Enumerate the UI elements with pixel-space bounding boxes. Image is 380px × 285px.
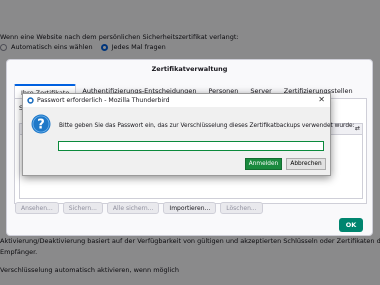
delete-button[interactable]: Löschen...: [220, 202, 263, 214]
password-dialog-title: Passwort erforderlich - Mozilla Thunderb…: [37, 97, 170, 104]
cancel-button[interactable]: Abbrechen: [286, 158, 326, 170]
svg-text:?: ?: [37, 118, 45, 133]
certificate-manager-title: Zertifikatverwaltung: [151, 65, 228, 73]
thunderbird-icon: [27, 97, 34, 104]
backup-button[interactable]: Sichern...: [62, 202, 103, 214]
password-required-dialog: Passwort erforderlich - Mozilla Thunderb…: [22, 93, 355, 176]
question-icon: ?: [31, 114, 51, 134]
password-input[interactable]: [58, 141, 324, 151]
column-picker-icon[interactable]: ⇄: [355, 125, 360, 132]
view-button[interactable]: Ansehen...: [15, 202, 59, 214]
backup-all-button[interactable]: Alle sichern...: [106, 202, 160, 214]
ok-button[interactable]: OK: [339, 218, 363, 232]
password-dialog-titlebar: Passwort erforderlich - Mozilla Thunderb…: [23, 94, 330, 107]
certificate-actions: Ansehen... Sichern... Alle sichern... Im…: [15, 202, 263, 214]
password-message: Bitte geben Sie das Passwort ein, das zu…: [59, 123, 355, 129]
import-button[interactable]: Importieren...: [163, 202, 217, 214]
close-icon[interactable]: ✕: [318, 95, 325, 104]
sign-in-button[interactable]: Anmelden: [245, 158, 282, 170]
